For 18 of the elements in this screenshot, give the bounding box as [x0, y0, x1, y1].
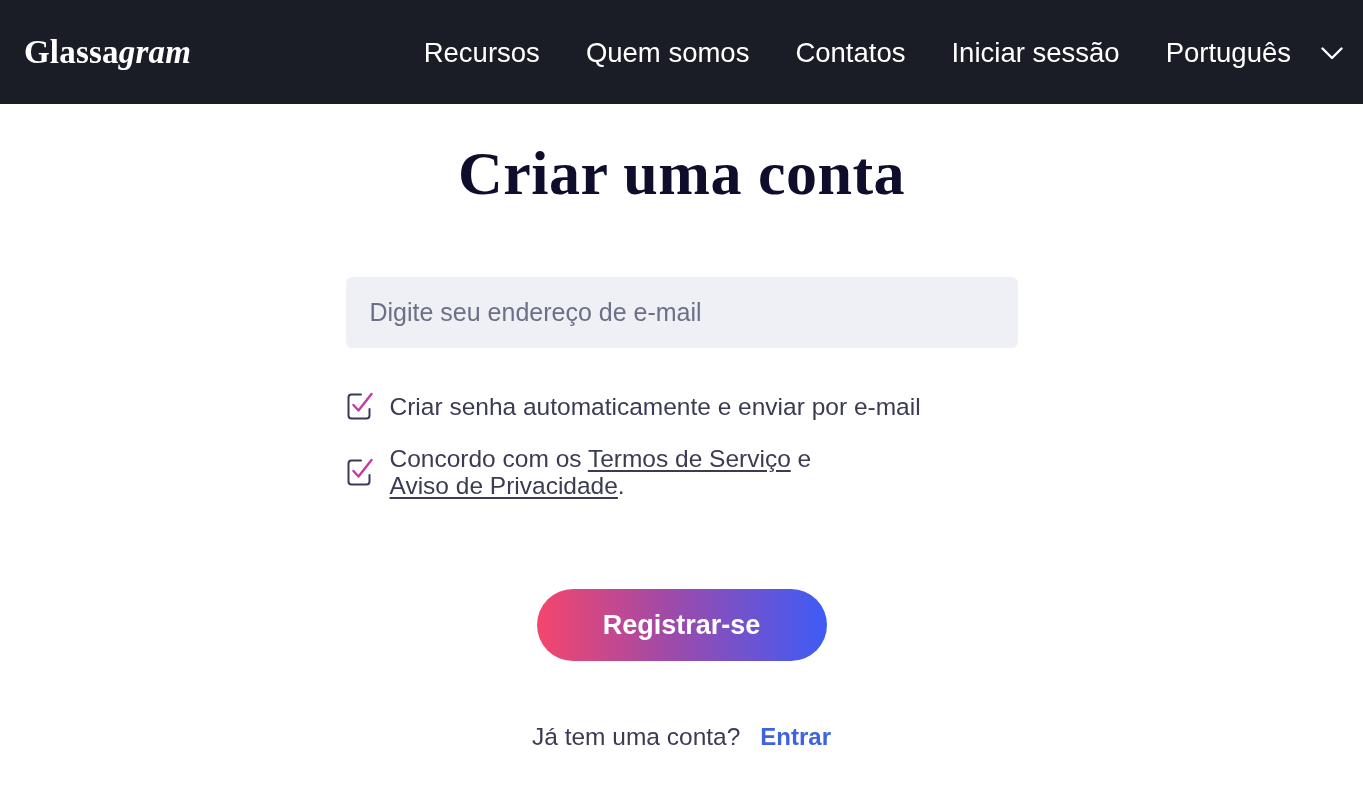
email-input[interactable]: Digite seu endereço de e-mail [345, 277, 1018, 348]
nav-link[interactable]: Contatos [795, 35, 906, 69]
text-link[interactable]: Termos de Serviço [587, 445, 791, 472]
text-link[interactable]: Aviso de Privacidade [389, 472, 618, 499]
signin-link[interactable]: Entrar [760, 723, 831, 751]
checkbox[interactable] [345, 392, 373, 420]
checkbox[interactable] [345, 458, 373, 486]
language-dropdown[interactable]: Português [1165, 35, 1343, 69]
nav-link[interactable]: Recursos [423, 35, 540, 69]
logo[interactable]: Glassagram [24, 33, 192, 71]
nav-link[interactable]: Iniciar sessão [951, 35, 1120, 69]
option-label: Criar senha automaticamente e enviar por e-mail [389, 392, 921, 420]
agreement-text: Concordo com os Termos de Serviço e Aviso de Privacidade. [389, 445, 813, 499]
nav-link[interactable]: Quem somos [585, 35, 750, 69]
register-button[interactable]: Registrar-se [536, 589, 827, 661]
page-title: Criar uma conta [457, 138, 906, 209]
chevron-down-icon [1321, 46, 1343, 60]
signin-prompt: Já tem uma conta? [531, 723, 741, 751]
